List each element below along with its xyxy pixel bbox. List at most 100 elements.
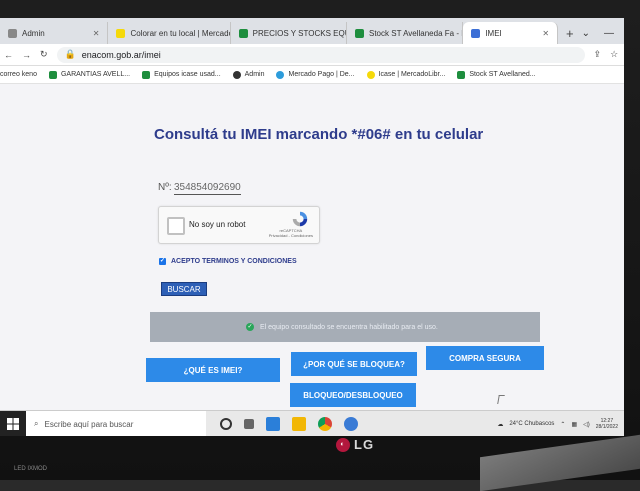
sheets-icon [142, 70, 151, 79]
lg-logo-icon: ◐ [336, 437, 350, 452]
task-view-icon[interactable] [244, 419, 254, 429]
bookmark-label: Icase | MercadoLibr... [378, 71, 446, 78]
taskbar-search[interactable]: ⌕ Escribe aquí para buscar [26, 411, 206, 436]
minimize-icon[interactable]: — [604, 28, 614, 39]
tab-favicon-icon [238, 28, 248, 38]
monitor-brand: LG [354, 437, 375, 452]
tab-stock[interactable]: Stock ST Avellaneda Fa - Ho... ✕ [347, 22, 464, 44]
what-is-imei-button[interactable]: ¿QUÉ ES IMEI? [146, 358, 280, 382]
monitor-model-label: LED IXMOD [14, 466, 48, 472]
windows-taskbar: ⌕ Escribe aquí para buscar ☁ 24°C Chubas… [0, 410, 624, 436]
windows-start-icon[interactable] [0, 411, 26, 436]
network-icon[interactable]: ▦ [571, 421, 577, 428]
checkbox-checked-icon[interactable]: ✓ [159, 258, 166, 265]
file-explorer-icon[interactable] [292, 417, 306, 431]
weather-icon: ☁ [497, 421, 504, 428]
new-tab-icon[interactable]: + [558, 22, 582, 44]
tab-label: Admin [22, 28, 45, 38]
tab-label: Colorar en tu local | Mercado... [130, 28, 231, 38]
taskbar-apps [206, 417, 358, 431]
clock[interactable]: 12:27 28/1/2022 [596, 418, 618, 430]
search-button[interactable]: BUSCAR [161, 282, 207, 296]
terms-label: ACEPTO TERMINOS Y CONDICIONES [171, 258, 297, 265]
share-icon[interactable]: ⇪ [594, 49, 602, 60]
bookmark-label: Mercado Pago | De... [288, 71, 355, 78]
mouse-cursor-icon [497, 395, 505, 404]
page-title: Consultá tu IMEI marcando *#06# en tu ce… [154, 126, 484, 143]
bookmark-label: Admin [244, 71, 265, 78]
status-message: El equipo consultado se encuentra habili… [260, 323, 438, 331]
bookmark-equipos[interactable]: Equipos icase usad... [142, 70, 221, 79]
tab-label: PRECIOS Y STOCKS EQUIP... [252, 28, 346, 38]
tab-label: Stock ST Avellaneda Fa - Ho... [369, 28, 462, 38]
volume-icon[interactable]: ◁) [583, 421, 590, 428]
why-blocked-button[interactable]: ¿POR QUÉ SE BLOQUEA? [291, 352, 417, 376]
window-controls: ⌄ — [582, 22, 624, 44]
tab-favicon-icon [8, 28, 17, 38]
globe-icon [232, 70, 241, 79]
tab-imei[interactable]: IMEI ✕ [463, 22, 559, 44]
bookmark-stock[interactable]: Stock ST Avellaned... [457, 70, 536, 79]
safe-purchase-button[interactable]: COMPRA SEGURA [426, 346, 544, 370]
mercadolibre-icon [366, 70, 375, 79]
keyboard [480, 434, 640, 491]
clock-date: 28/1/2022 [595, 424, 618, 430]
tab-label: IMEI [485, 28, 502, 38]
address-bar: ← → ↻ 🔒 enacom.gob.ar/imei ⇪ ☆ [0, 44, 624, 66]
forward-icon[interactable]: → [22, 50, 31, 60]
tab-precios[interactable]: PRECIOS Y STOCKS EQUIP... ✕ [231, 22, 347, 44]
url-field[interactable]: 🔒 enacom.gob.ar/imei [56, 46, 585, 63]
chevron-up-icon[interactable]: ⌃ [560, 421, 565, 428]
lock-icon: 🔒 [64, 49, 76, 59]
windows-logo-icon [7, 418, 19, 430]
bookmark-mercadopago[interactable]: Mercado Pago | De... [276, 70, 355, 79]
imei-prefix-label: Nº: [158, 182, 172, 193]
bookmark-garantias[interactable]: GARANTIAS AVELL... [48, 70, 131, 79]
sheets-icon [457, 70, 466, 79]
chrome-icon[interactable] [318, 417, 332, 431]
reload-icon[interactable]: ↻ [40, 49, 48, 60]
bookmark-label: GARANTIAS AVELL... [60, 71, 131, 78]
block-unblock-button[interactable]: BLOQUEO/DESBLOQUEO [290, 383, 416, 407]
taskbar-search-placeholder: Escribe aquí para buscar [44, 419, 134, 429]
sheets-icon [48, 70, 57, 79]
weather-text[interactable]: 24°C Chubascos [509, 421, 554, 427]
imei-input[interactable]: 354854092690 [174, 182, 241, 195]
tab-favicon-icon [355, 28, 364, 38]
check-circle-icon: ✓ [246, 323, 254, 331]
url-text: enacom.gob.ar/imei [81, 49, 161, 60]
screen: Admin ✕ Colorar en tu local | Mercado...… [0, 18, 624, 436]
recaptcha-label: No soy un robot [189, 220, 246, 229]
bookmark-label: correo keno [0, 71, 37, 78]
recaptcha-logo-icon [292, 211, 308, 227]
tab-favicon-icon [471, 28, 481, 38]
chevron-down-icon[interactable]: ⌄ [582, 28, 590, 39]
search-icon: ⌕ [34, 419, 39, 428]
store-icon[interactable] [266, 417, 280, 431]
bookmark-admin[interactable]: Admin [232, 70, 265, 79]
system-tray: ☁ 24°C Chubascos ⌃ ▦ ◁) 12:27 28/1/2022 [497, 418, 624, 430]
tab-mercadolibre[interactable]: Colorar en tu local | Mercado... ✕ [108, 22, 231, 44]
close-icon[interactable]: ✕ [93, 29, 100, 38]
bookmark-label: Equipos icase usad... [154, 71, 221, 78]
status-message-box: ✓ El equipo consultado se encuentra habi… [150, 312, 540, 342]
recaptcha-checkbox[interactable] [167, 217, 185, 235]
close-icon[interactable]: ✕ [542, 29, 549, 38]
bookmark-mercadolibre[interactable]: Icase | MercadoLibr... [366, 70, 446, 79]
monitor: Admin ✕ Colorar en tu local | Mercado...… [0, 0, 640, 491]
terms-checkbox-row[interactable]: ✓ ACEPTO TERMINOS Y CONDICIONES [159, 258, 297, 265]
bookmark-label: Stock ST Avellaned... [469, 71, 536, 78]
tab-admin[interactable]: Admin ✕ [0, 22, 109, 44]
bookmarks-bar: correo keno GARANTIAS AVELL... Equipos i… [0, 66, 624, 84]
bookmark-correo[interactable]: correo keno [0, 71, 37, 78]
recaptcha-brand: reCAPTCHA Privacidad - Condiciones [269, 228, 313, 238]
app-icon[interactable] [344, 417, 358, 431]
star-icon[interactable]: ☆ [610, 49, 618, 60]
mercadopago-icon [276, 70, 285, 79]
back-icon[interactable]: ← [4, 50, 13, 60]
recaptcha-links[interactable]: Privacidad - Condiciones [269, 233, 313, 238]
recaptcha-widget: No soy un robot reCAPTCHA Privacidad - C… [158, 206, 320, 244]
cortana-icon[interactable] [220, 418, 232, 430]
tab-favicon-icon [116, 28, 126, 38]
browser-tab-bar: Admin ✕ Colorar en tu local | Mercado...… [0, 18, 624, 44]
